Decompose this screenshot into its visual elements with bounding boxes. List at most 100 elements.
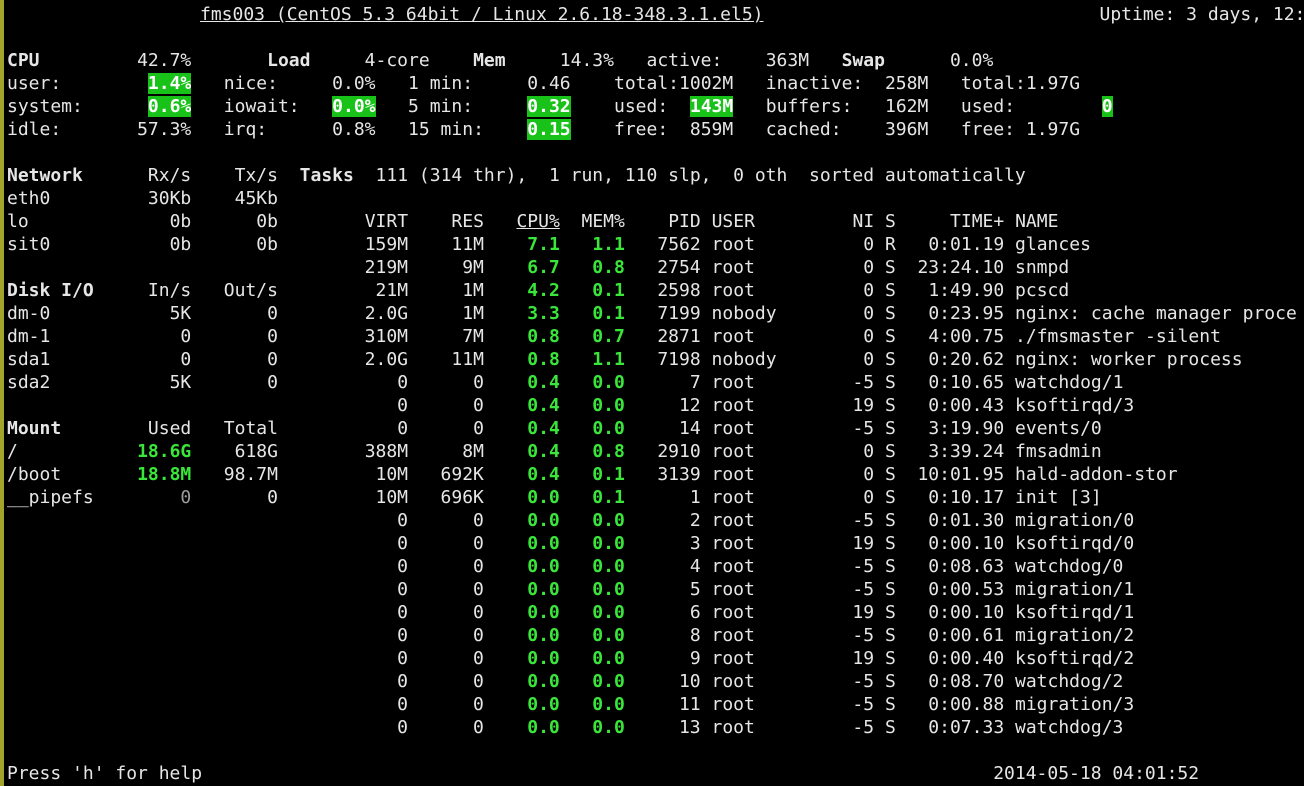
proc-res: 0 — [473, 717, 484, 738]
proc-cpu: 0.4 — [527, 464, 560, 485]
col-header-res: RES — [451, 211, 484, 232]
cpu-irq: 0.8% — [332, 119, 376, 140]
proc-cpu: 0.0 — [527, 671, 560, 692]
proc-pid: 7 — [689, 372, 701, 393]
proc-user: root — [711, 579, 755, 600]
mem-total-label: total: — [614, 73, 680, 94]
proc-s: S — [884, 625, 896, 646]
proc-virt: 2.0G — [364, 349, 409, 370]
load-5min-label: 5 min: — [408, 96, 474, 117]
terminal-line: Network Rx/s Tx/s Tasks 111 (314 thr), 1… — [7, 164, 1026, 187]
proc-name: migration/1 — [1015, 579, 1135, 600]
net-rx: 30Kb — [147, 188, 192, 209]
disk-name: sda2 — [7, 372, 51, 393]
terminal-line: 0 0 0.0 0.0 4 root -5 S 0:08.63 watchdog… — [7, 555, 1304, 578]
swap-free: 1.97G — [1025, 119, 1081, 140]
proc-ni: -5 — [852, 372, 875, 393]
proc-user: root — [711, 280, 755, 301]
proc-cpu: 3.3 — [527, 303, 560, 324]
terminal-line: 0 0 0.4 0.0 12 root 19 S 0:00.43 ksoftir… — [7, 394, 1304, 417]
proc-ni: -5 — [852, 510, 875, 531]
proc-pid: 2 — [689, 510, 701, 531]
proc-pid: 4 — [689, 556, 701, 577]
col-header-cpu: CPU% — [516, 211, 560, 232]
col-header-time: TIME+ — [950, 211, 1005, 232]
proc-time: 0:00.40 — [928, 648, 1005, 669]
proc-mem: 0.1 — [592, 280, 625, 301]
proc-mem: 0.8 — [592, 257, 625, 278]
proc-cpu: 0.4 — [527, 372, 560, 393]
terminal-line: dm-0 5K 0 2.0G 1M 3.3 0.1 7199 nobody 0 … — [7, 302, 1304, 325]
proc-ni: 0 — [863, 464, 875, 485]
proc-virt: 21M — [375, 280, 409, 301]
load-5min: 0.32 — [527, 96, 571, 117]
proc-res: 692K — [440, 464, 484, 485]
net-iface-name: sit0 — [7, 234, 51, 255]
cpu-irq-label: irq: — [223, 119, 268, 140]
disk-out: 0 — [267, 303, 278, 324]
proc-ni: 0 — [863, 280, 875, 301]
host-line: fms003 (CentOS 5.3 64bit / Linux 2.6.18-… — [200, 4, 764, 25]
proc-name: ksoftirqd/0 — [1015, 533, 1135, 554]
terminal-line: 0 0 0.0 0.0 8 root -5 S 0:00.61 migratio… — [7, 624, 1304, 647]
uptime-text: Uptime: 3 days, 12:40:00 — [1099, 4, 1304, 25]
proc-ni: 0 — [863, 303, 875, 324]
terminal-line: sit0 0b 0b 159M 11M 7.1 1.1 7562 root 0 … — [7, 233, 1304, 256]
proc-mem: 0.0 — [592, 418, 625, 439]
proc-name: events/0 — [1015, 418, 1102, 439]
proc-mem: 0.0 — [592, 602, 625, 623]
mount-used: 0 — [180, 487, 192, 508]
proc-res: 0 — [473, 648, 484, 669]
proc-res: 11M — [451, 349, 484, 370]
proc-user: nobody — [711, 349, 777, 370]
proc-pid: 2910 — [657, 441, 701, 462]
disk-out-header: Out/s — [223, 280, 278, 301]
terminal-line: idle: 57.3% irq: 0.8% 15 min: 0.15 free:… — [7, 118, 1080, 141]
proc-mem: 0.0 — [592, 395, 625, 416]
net-rx-header: Rx/s — [147, 165, 192, 186]
proc-pid: 11 — [678, 694, 701, 715]
proc-name: pcscd — [1015, 280, 1070, 301]
proc-cpu: 0.0 — [527, 694, 560, 715]
proc-s: S — [884, 349, 896, 370]
proc-virt: 10M — [375, 487, 409, 508]
proc-cpu: 0.4 — [527, 441, 560, 462]
proc-res: 0 — [473, 372, 484, 393]
proc-cpu: 7.1 — [527, 234, 560, 255]
disk-name: dm-0 — [7, 303, 51, 324]
help-hint: Press 'h' for help — [7, 763, 203, 784]
proc-virt: 219M — [364, 257, 408, 278]
mount-total: 618G — [234, 441, 278, 462]
proc-user: root — [711, 671, 755, 692]
proc-name: migration/3 — [1015, 694, 1135, 715]
mem-active-label: active: — [646, 50, 723, 71]
proc-user: root — [711, 625, 755, 646]
proc-ni: -5 — [852, 579, 875, 600]
cpu-idle-label: idle: — [7, 119, 62, 140]
proc-ni: 19 — [852, 395, 875, 416]
proc-time: 0:10.65 — [928, 372, 1005, 393]
col-header-user: USER — [711, 211, 755, 232]
proc-mem: 0.0 — [592, 372, 625, 393]
proc-virt: 0 — [397, 556, 408, 577]
proc-time: 1:49.90 — [928, 280, 1005, 301]
proc-time: 0:00.43 — [928, 395, 1005, 416]
proc-mem: 0.1 — [592, 303, 625, 324]
proc-pid: 2754 — [657, 257, 701, 278]
terminal-line: 0 0 0.0 0.0 9 root 19 S 0:00.40 ksoftirq… — [7, 647, 1304, 670]
cpu-system-label: system: — [7, 96, 83, 117]
proc-res: 0 — [473, 694, 484, 715]
terminal-line: Disk I/O In/s Out/s 21M 1M 4.2 0.1 2598 … — [7, 279, 1304, 302]
proc-user: root — [711, 234, 755, 255]
net-iface-name: lo — [7, 211, 29, 232]
proc-virt: 159M — [364, 234, 409, 255]
mem-cached-label: cached: — [765, 119, 842, 140]
proc-res: 0 — [473, 395, 484, 416]
mount-name: / — [7, 441, 18, 462]
proc-time: 0:00.61 — [928, 625, 1005, 646]
mount-name: /boot — [7, 464, 62, 485]
proc-virt: 388M — [364, 441, 409, 462]
proc-time: 0:00.10 — [928, 602, 1005, 623]
proc-s: S — [884, 326, 896, 347]
proc-virt: 0 — [397, 602, 408, 623]
